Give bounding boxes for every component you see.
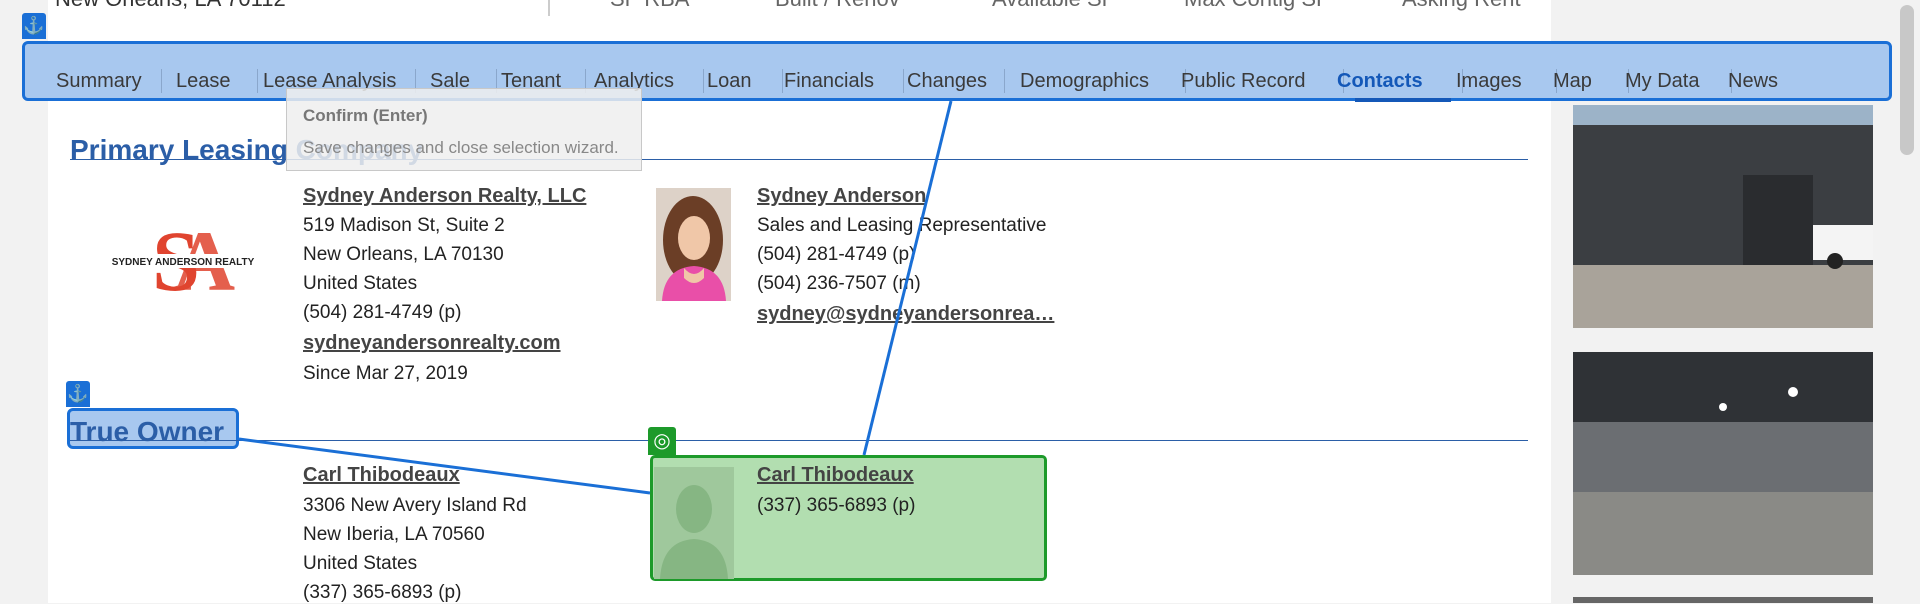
property-photo-interior[interactable] — [1573, 352, 1873, 575]
connector-line-tabs-to-contact — [862, 100, 953, 456]
page: New Orleans, LA 70112 SF RBA Built / Ren… — [0, 0, 1920, 603]
connector-line-owner-to-contact — [238, 437, 651, 495]
property-photo-exterior[interactable] — [1573, 105, 1873, 328]
scrollbar-thumb[interactable] — [1900, 5, 1914, 155]
property-photo-next[interactable] — [1573, 597, 1873, 603]
